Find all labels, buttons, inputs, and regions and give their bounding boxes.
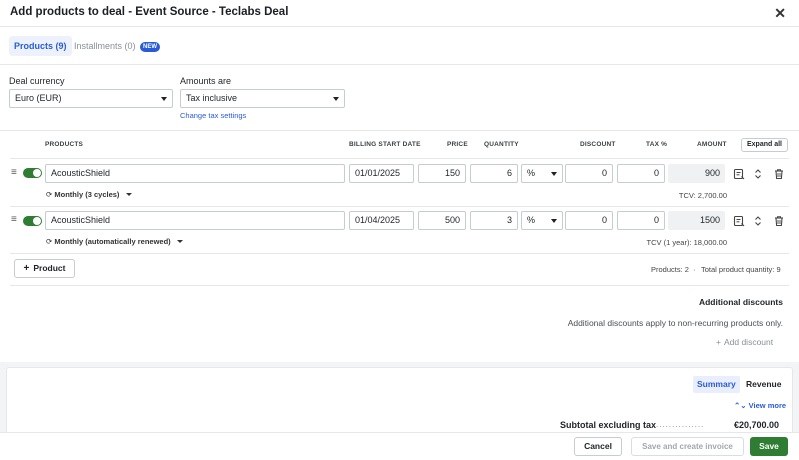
- tab-installments[interactable]: Installments (0) NEW: [74, 36, 161, 56]
- products-count: Products: 2: [651, 265, 689, 274]
- product-name-input[interactable]: AcousticShield: [45, 164, 345, 183]
- add-products-modal: Add products to deal - Event Source - Te…: [0, 0, 799, 460]
- modal-title: Add products to deal - Event Source - Te…: [10, 6, 289, 18]
- expand-all-button[interactable]: Expand all: [741, 138, 788, 152]
- expand-collapse-icon[interactable]: [752, 215, 764, 227]
- header-amount: AMOUNT: [697, 141, 727, 148]
- expand-collapse-icon[interactable]: [752, 168, 764, 180]
- tax-input[interactable]: 0: [617, 164, 665, 183]
- header-discount: DISCOUNT: [580, 141, 616, 148]
- quantity-input[interactable]: 6: [470, 164, 518, 183]
- quantity-input[interactable]: 3: [470, 211, 518, 230]
- divider: [0, 130, 799, 131]
- new-badge: NEW: [140, 42, 161, 52]
- amounts-are-value: Tax inclusive: [186, 93, 238, 103]
- additional-discounts-title: Additional discounts: [698, 297, 783, 307]
- header-price: PRICE: [447, 141, 468, 148]
- billing-cycle-dropdown[interactable]: ⟳ Monthly (3 cycles): [46, 190, 132, 199]
- deal-currency-select[interactable]: Euro (EUR): [9, 89, 173, 108]
- drag-handle-icon[interactable]: ≡: [11, 214, 17, 225]
- discount-type-select[interactable]: %: [521, 164, 563, 183]
- tab-products[interactable]: Products (9): [9, 36, 72, 56]
- leader-dots: ...............: [656, 420, 705, 429]
- price-input[interactable]: 150: [418, 164, 466, 183]
- tab-installments-label: Installments (0): [74, 41, 136, 51]
- save-button[interactable]: Save: [750, 437, 788, 456]
- revenue-tab[interactable]: Revenue: [746, 376, 781, 393]
- plus-icon: +: [716, 337, 721, 347]
- chevron-down-icon: [551, 219, 557, 223]
- modal-header: Add products to deal - Event Source - Te…: [0, 0, 799, 27]
- discount-type-value: %: [527, 215, 536, 225]
- deal-currency-label: Deal currency: [9, 76, 65, 86]
- tab-bar: Products (9) Installments (0) NEW: [0, 27, 799, 65]
- separator-dot: ·: [693, 265, 696, 274]
- expand-icon: ⌃⌄: [734, 401, 747, 410]
- chevron-down-icon: [125, 193, 132, 196]
- discount-input[interactable]: 0: [565, 211, 613, 230]
- divider: [10, 206, 789, 207]
- divider: [10, 285, 789, 286]
- amounts-are-label: Amounts are: [180, 76, 232, 86]
- notes-icon[interactable]: [733, 168, 745, 180]
- chevron-down-icon: [551, 172, 557, 176]
- product-name-input[interactable]: AcousticShield: [45, 211, 345, 230]
- view-more-link[interactable]: ⌃⌄ View more: [734, 401, 786, 410]
- chevron-down-icon: [161, 97, 167, 101]
- discount-type-value: %: [527, 168, 536, 178]
- product-toggle[interactable]: [23, 168, 42, 178]
- view-more-label: View more: [748, 401, 787, 410]
- trash-icon[interactable]: [773, 168, 785, 180]
- billing-cycle-label: Monthly (automatically renewed): [54, 237, 171, 246]
- trash-icon[interactable]: [773, 215, 785, 227]
- subtotal-value: €20,700.00: [734, 420, 780, 430]
- save-and-create-invoice-button: Save and create invoice: [631, 437, 744, 456]
- total-quantity: Total product quantity: 9: [701, 265, 781, 274]
- add-discount-label: Add discount: [723, 337, 774, 347]
- plus-icon: +: [23, 263, 30, 274]
- product-toggle[interactable]: [23, 216, 42, 226]
- notes-icon[interactable]: [733, 215, 745, 227]
- change-tax-settings-link[interactable]: Change tax settings: [180, 111, 246, 120]
- summary-tab[interactable]: Summary: [693, 376, 740, 393]
- amount-value: 900: [668, 164, 725, 183]
- divider: [10, 158, 789, 159]
- discount-input[interactable]: 0: [565, 164, 613, 183]
- additional-discounts-note: Additional discounts apply to non-recurr…: [567, 318, 783, 328]
- divider: [10, 253, 789, 254]
- add-product-label: Product: [33, 263, 66, 273]
- close-icon[interactable]: ✕: [774, 5, 786, 22]
- chevron-down-icon: [333, 97, 339, 101]
- subtotal-label: Subtotal excluding tax: [560, 420, 657, 430]
- recurring-icon: ⟳: [46, 190, 53, 199]
- header-billing-start: BILLING START DATE: [349, 141, 421, 148]
- discount-type-select[interactable]: %: [521, 211, 563, 230]
- tcv-value: TCV: 2,700.00: [678, 191, 727, 200]
- add-discount-button[interactable]: + Add discount: [716, 337, 773, 347]
- amount-value: 1500: [668, 211, 725, 230]
- tax-input[interactable]: 0: [617, 211, 665, 230]
- billing-start-input[interactable]: 01/01/2025: [349, 164, 414, 183]
- amounts-are-select[interactable]: Tax inclusive: [180, 89, 345, 108]
- billing-cycle-dropdown[interactable]: ⟳ Monthly (automatically renewed): [46, 237, 183, 246]
- price-input[interactable]: 500: [418, 211, 466, 230]
- billing-start-input[interactable]: 01/04/2025: [349, 211, 414, 230]
- header-tax: TAX %: [646, 141, 668, 148]
- chevron-down-icon: [176, 240, 183, 243]
- cancel-button[interactable]: Cancel: [574, 437, 622, 456]
- tcv-value: TCV (1 year): 18,000.00: [646, 238, 727, 247]
- add-product-button[interactable]: + Product: [14, 259, 75, 278]
- drag-handle-icon[interactable]: ≡: [11, 167, 17, 178]
- deal-currency-value: Euro (EUR): [15, 93, 62, 103]
- recurring-icon: ⟳: [46, 237, 53, 246]
- header-quantity: QUANTITY: [484, 141, 519, 148]
- billing-cycle-label: Monthly (3 cycles): [54, 190, 120, 199]
- header-products: PRODUCTS: [45, 141, 84, 148]
